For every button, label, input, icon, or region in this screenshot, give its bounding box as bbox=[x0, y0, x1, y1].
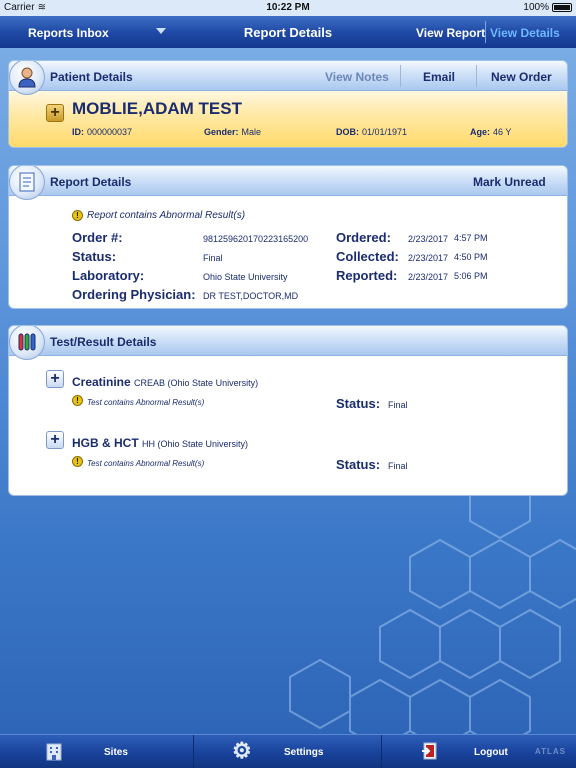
tests-list: + Creatinine CREAB (Ohio State Universit… bbox=[9, 356, 567, 495]
logout-door-icon bbox=[420, 741, 440, 764]
document-icon bbox=[9, 166, 45, 200]
id-value: 000000037 bbox=[87, 127, 133, 137]
report-details-panel: Report Details Mark Unread ! Report cont… bbox=[8, 165, 568, 309]
gender-value: Male bbox=[241, 127, 262, 137]
test-status-value: Final bbox=[388, 461, 408, 471]
collected-date: 2/23/2017 bbox=[408, 253, 449, 263]
battery-icon bbox=[552, 3, 572, 12]
test-status-value: Final bbox=[388, 400, 408, 410]
ordered-label: Ordered: bbox=[336, 230, 391, 245]
test-tubes-icon bbox=[9, 326, 45, 360]
test-note: Test contains Abnormal Result(s) bbox=[87, 459, 205, 468]
tab-logout[interactable]: Logout ATLAS bbox=[382, 735, 576, 768]
age-value: 46 Y bbox=[493, 127, 512, 137]
test-note: Test contains Abnormal Result(s) bbox=[87, 398, 205, 407]
expand-plus-icon[interactable]: + bbox=[46, 370, 64, 388]
clock: 10:22 PM bbox=[266, 2, 310, 13]
tab-label: Logout bbox=[474, 747, 508, 758]
mark-unread-button[interactable]: Mark Unread bbox=[473, 175, 546, 189]
status-bar: Carrier ≋ 10:22 PM 100% bbox=[0, 0, 576, 16]
panel-title: Report Details bbox=[50, 175, 132, 189]
panel-title: Test/Result Details bbox=[50, 335, 157, 349]
physician-value: DR TEST,DOCTOR,MD bbox=[203, 291, 299, 301]
report-details-header: Report Details Mark Unread bbox=[9, 166, 567, 200]
status-value: Final bbox=[203, 253, 223, 263]
nav-divider bbox=[485, 21, 486, 43]
header-divider bbox=[476, 65, 477, 87]
test-code: HH (Ohio State University) bbox=[142, 439, 249, 449]
patient-name: MOBLIE,ADAM TEST bbox=[72, 99, 242, 118]
building-icon bbox=[44, 741, 64, 764]
expand-plus-icon[interactable]: + bbox=[46, 104, 64, 122]
tab-label: Sites bbox=[104, 747, 128, 758]
test-code: CREAB (Ohio State University) bbox=[134, 378, 259, 388]
header-divider bbox=[400, 65, 401, 87]
new-order-button[interactable]: New Order bbox=[491, 70, 552, 84]
tab-bar: Sites ⚙ Settings Logout ATLAS bbox=[0, 734, 576, 768]
view-notes-button[interactable]: View Notes bbox=[325, 70, 389, 84]
ordered-date: 2/23/2017 bbox=[408, 234, 449, 244]
tab-sites[interactable]: Sites bbox=[0, 735, 193, 768]
gender-label: Gender: bbox=[204, 127, 239, 137]
warning-icon: ! bbox=[72, 456, 83, 467]
age-label: Age: bbox=[470, 127, 490, 137]
test-results-header: Test/Result Details bbox=[9, 326, 567, 360]
person-icon bbox=[9, 61, 45, 95]
tab-settings[interactable]: ⚙ Settings bbox=[194, 735, 381, 768]
status-label: Status: bbox=[72, 249, 117, 264]
test-status-label: Status: bbox=[336, 457, 381, 472]
reported-date: 2/23/2017 bbox=[408, 272, 449, 282]
view-details-button[interactable]: View Details bbox=[490, 26, 560, 40]
laboratory-value: Ohio State University bbox=[203, 272, 288, 282]
order-value: 98125962017022316520​0 bbox=[203, 234, 309, 244]
test-results-panel: Test/Result Details + Creatinine CREAB (… bbox=[8, 325, 568, 496]
physician-label: Ordering Physician: bbox=[72, 287, 196, 302]
collected-label: Collected: bbox=[336, 249, 399, 264]
expand-plus-icon[interactable]: + bbox=[46, 431, 64, 449]
patient-details-panel: Patient Details View Notes Email New Ord… bbox=[8, 60, 568, 148]
reported-time: 5:06 PM bbox=[454, 271, 488, 281]
patient-details-header: Patient Details View Notes Email New Ord… bbox=[9, 61, 567, 95]
id-label: ID: bbox=[72, 127, 84, 137]
report-body: ! Report contains Abnormal Result(s) Ord… bbox=[9, 196, 567, 308]
nav-bar: Reports Inbox Report Details View Report… bbox=[0, 16, 576, 48]
email-button[interactable]: Email bbox=[423, 70, 455, 84]
warning-icon: ! bbox=[72, 210, 83, 221]
battery-percent: 100% bbox=[523, 2, 549, 13]
panel-title: Patient Details bbox=[50, 70, 133, 84]
test-name: Creatinine bbox=[72, 375, 131, 389]
ordered-time: 4:57 PM bbox=[454, 233, 488, 243]
warning-icon: ! bbox=[72, 395, 83, 406]
test-name: HGB & HCT bbox=[72, 436, 139, 450]
reported-label: Reported: bbox=[336, 268, 398, 283]
watermark-logo: ATLAS bbox=[534, 747, 566, 756]
patient-summary[interactable]: + MOBLIE,ADAM TEST ID: 000000037 Gender: M… bbox=[9, 91, 567, 147]
laboratory-label: Laboratory: bbox=[72, 268, 145, 283]
tab-label: Settings bbox=[284, 747, 324, 758]
view-report-button[interactable]: View Report bbox=[416, 26, 485, 40]
order-label: Order #: bbox=[72, 230, 123, 245]
dob-value: 01/01/1971 bbox=[362, 127, 408, 137]
abnormal-note: Report contains Abnormal Result(s) bbox=[87, 210, 246, 221]
dob-label: DOB: bbox=[336, 127, 359, 137]
gear-icon: ⚙ bbox=[232, 738, 252, 763]
collected-time: 4:50 PM bbox=[454, 252, 488, 262]
test-status-label: Status: bbox=[336, 396, 381, 411]
